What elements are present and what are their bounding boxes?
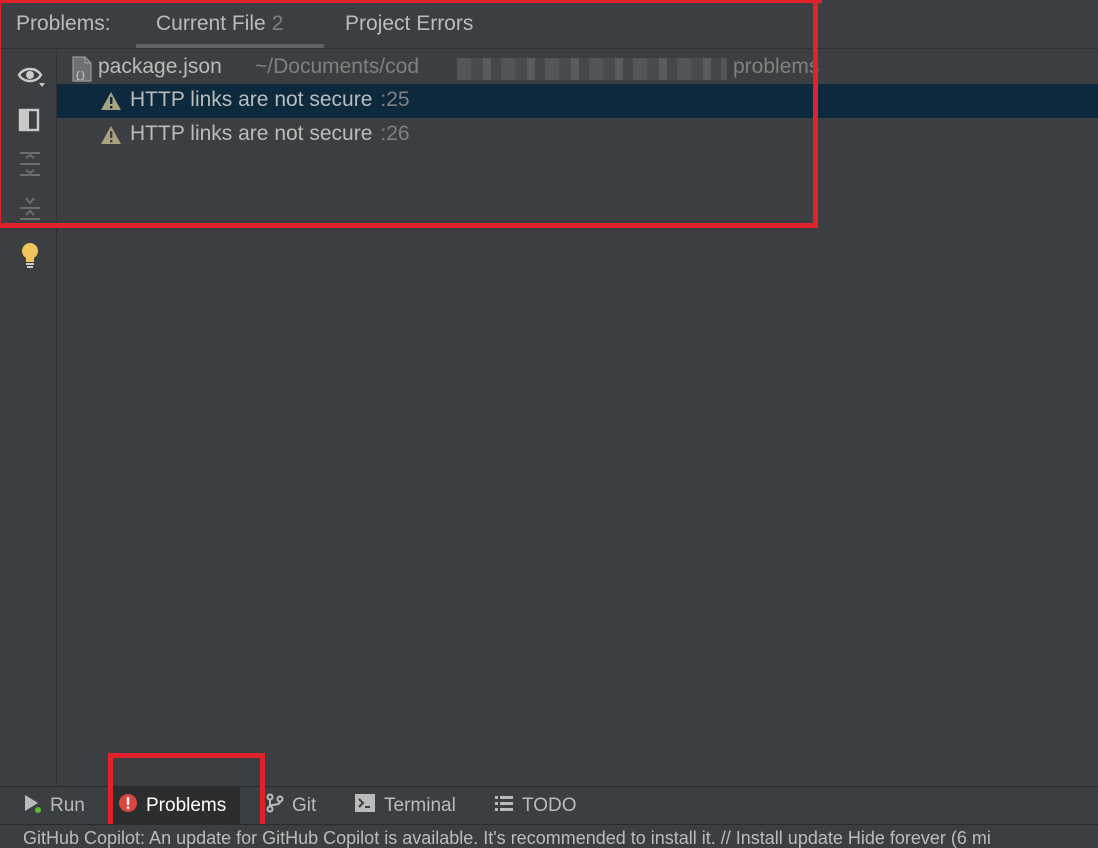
todo-tool-button[interactable]: TODO [494,787,577,825]
status-bar[interactable]: GitHub Copilot: An update for GitHub Cop… [0,824,1098,848]
run-label: Run [50,795,85,816]
git-branch-icon [266,793,284,819]
status-message: GitHub Copilot: An update for GitHub Cop… [23,828,991,848]
lightbulb-icon[interactable] [17,241,43,268]
terminal-label: Terminal [384,795,456,816]
list-icon [494,794,514,818]
run-tool-button[interactable]: Run [22,787,85,825]
terminal-tool-button[interactable]: Terminal [354,787,456,825]
git-label: Git [292,795,317,816]
run-icon [22,793,42,819]
git-tool-button[interactable]: Git [266,787,316,825]
todo-label: TODO [522,795,577,816]
annotation-box-problems-panel [0,0,818,228]
terminal-icon [354,793,376,819]
annotation-box-problems-button [108,753,265,831]
